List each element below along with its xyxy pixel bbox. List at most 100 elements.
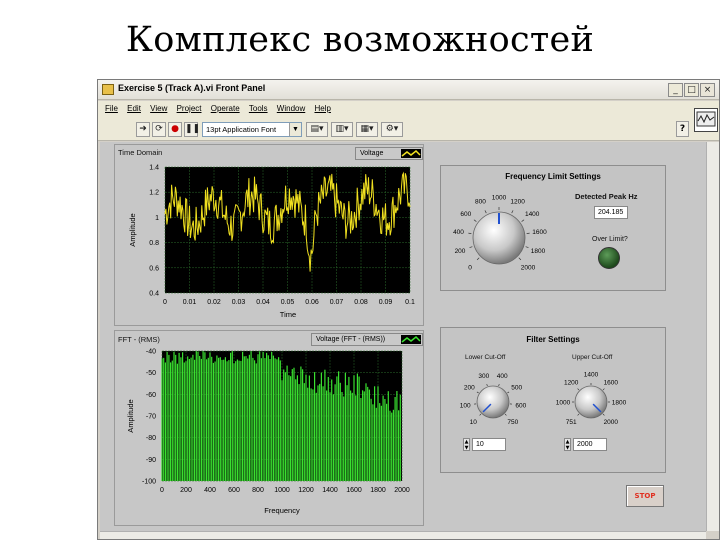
time-ytick-label: 0.6 [149,265,159,272]
lower-cutoff-label: Lower Cut-Off [465,354,506,361]
filter-settings-title: Filter Settings [526,335,580,344]
fft-ytick-label: -90 [146,457,156,464]
resize-objects-icon[interactable]: ▦▾ [356,122,378,137]
knob-tick-label: 200 [464,384,475,391]
horizontal-scrollbar[interactable] [100,531,706,539]
fft-ytick-label: -60 [146,392,156,399]
knob-tick [518,257,522,261]
maximize-button[interactable]: □ [684,83,699,97]
time-xtick-label: 0.07 [330,299,344,306]
knob-tick-label: 1600 [604,380,619,387]
front-panel: Time Domain Voltage 0 0.01 0.02 0.03 0.04 0.0… [100,142,706,531]
knob-tick-label: 10 [470,419,478,426]
knob-tick [469,246,473,248]
knob-tick-label: 1200 [510,199,525,206]
knob-tick-label: 1200 [564,380,579,387]
fft-ytick-label: -40 [146,349,156,356]
knob-tick [521,219,525,222]
context-help-icon[interactable]: ? [676,121,689,137]
fft-ytick-label: -50 [146,370,156,377]
font-select-value: 13pt Application Font [206,125,277,134]
frequency-limit-panel: Frequency Limit Settings 0 200 400 600 800 10… [440,165,666,291]
window-titlebar[interactable]: Exercise 5 (Track A).vi Front Panel _ □ … [98,80,719,100]
knob-tick-label: 600 [515,402,526,409]
fft-xtick-label: 1400 [322,487,338,494]
knob-tick-label: 0 [468,264,472,271]
time-xtick-label: 0.02 [207,299,221,306]
frequency-limit-title: Frequency Limit Settings [505,172,601,181]
stop-button[interactable]: STOP [626,485,664,507]
vertical-scrollbar[interactable] [706,142,719,531]
upper-spin-arrows-icon[interactable]: ▲ ▼ [564,438,571,451]
reorder-icon[interactable]: ⚙▾ [381,122,403,137]
font-select[interactable]: 13pt Application Font ▼ [202,122,302,137]
menu-window[interactable]: Window [277,104,305,113]
time-xtick-label: 0.01 [183,299,197,306]
menu-help[interactable]: Help [314,104,330,113]
knob-tick-label: 1400 [525,211,540,218]
knob-tick-label: 400 [497,373,508,380]
knob-tick-label: 750 [507,419,518,426]
lower-spin-arrows-icon[interactable]: ▲ ▼ [463,438,470,451]
knob-tick-label: 1800 [531,248,546,255]
time-xtick-label: 0.04 [256,299,270,306]
fft-ylabel: Amplitude [126,399,135,432]
knob-tick-label: 800 [475,199,486,206]
knob-tick [577,388,580,391]
fft-xlabel: Frequency [264,506,300,515]
fft-ytick-label: -100 [142,479,156,486]
pause-icon[interactable]: ❚❚ [184,122,200,137]
time-xtick-label: 0.05 [281,299,295,306]
lower-cutoff-knob[interactable]: 10 100 200300 400500 600 750 [443,362,543,442]
frequency-limit-knob[interactable]: 0 200 400 600 800 100012001400 1600 1800 2000 [443,182,563,292]
knob-tick [476,257,480,261]
upper-cutoff-input[interactable]: 2000 [573,438,607,451]
time-ytick-label: 1.4 [149,165,159,172]
align-objects-icon[interactable]: ▤▾ [306,122,328,137]
knob-tick [473,219,477,222]
menu-tools[interactable]: Tools [249,104,268,113]
time-xtick-label: 0.08 [354,299,368,306]
knob-tick [577,413,580,416]
time-xtick-label: 0 [163,299,167,306]
time-ytick-label: 0.8 [149,240,159,247]
labview-window: Exercise 5 (Track A).vi Front Panel _ □ … [97,79,720,540]
fft-xtick-label: 2000 [394,487,410,494]
menu-view[interactable]: View [150,104,167,113]
knob-tick-label: 1000 [556,399,571,406]
lower-cutoff-input[interactable]: 10 [472,438,506,451]
time-xtick-label: 0.09 [379,299,393,306]
fft-xtick-label: 200 [180,487,192,494]
time-domain-graph[interactable]: Time Domain Voltage 0 0.01 0.02 0.03 0.04 0.0… [114,144,424,326]
menu-file[interactable]: File [105,104,118,113]
minimize-button[interactable]: _ [668,83,683,97]
run-arrow-icon[interactable]: ➜ [136,122,150,137]
fft-plot-svg: 0 200 400 600 800 1000 1200 1400 1600 1800 2000 -4… [126,349,410,516]
peak-label: Detected Peak Hz [575,192,638,201]
knob-tick-label: 600 [460,211,471,218]
knob-tick-label: 1600 [532,229,547,236]
time-ylabel: Amplitude [128,213,137,246]
knob-tick [525,246,529,248]
knob-tick-label: 1000 [492,194,507,201]
distribute-objects-icon[interactable]: ▥▾ [331,122,353,137]
abort-icon[interactable]: ● [168,122,182,137]
toolbar: ➜ ⟳ ● ❚❚ 13pt Application Font ▼ ▤▾ ▥▾ ▦… [98,117,719,141]
knob-tick-label: 2000 [604,419,619,426]
knob-tick-label: 1400 [584,371,599,378]
close-button[interactable]: × [700,83,715,97]
fft-xtick-label: 1200 [298,487,314,494]
menu-edit[interactable]: Edit [127,104,141,113]
fft-xtick-label: 400 [204,487,216,494]
upper-cutoff-knob[interactable]: 751 1000 1200 1400 1600 1800 2000 [541,362,641,442]
menu-operate[interactable]: Operate [211,104,240,113]
fft-graph[interactable]: FFT - (RMS) Voltage (FFT - (RMS)) 0 200 40… [114,330,424,526]
run-continuously-icon[interactable]: ⟳ [152,122,166,137]
window-title: Exercise 5 (Track A).vi Front Panel [118,83,266,93]
time-xtick-label: 0.06 [305,299,319,306]
menu-project[interactable]: Project [177,104,202,113]
time-plot-svg: 0 0.01 0.02 0.03 0.04 0.05 0.06 0.07 0.08 0.09 0.1… [128,165,415,320]
knob-tick [511,210,514,214]
knob-tick [507,391,510,394]
chevron-down-icon: ▼ [289,123,301,136]
